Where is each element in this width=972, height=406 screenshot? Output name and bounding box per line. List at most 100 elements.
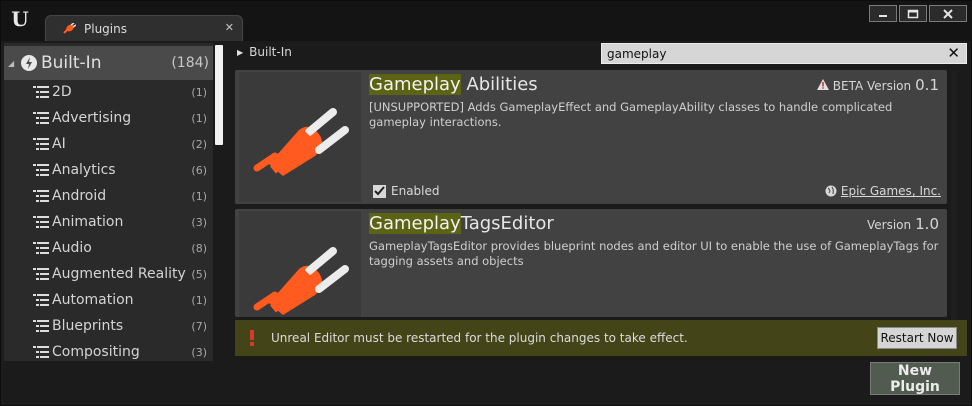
plugin-version: BETA Version 0.1 (816, 76, 939, 94)
breadcrumb[interactable]: ▶ Built-In (237, 45, 292, 59)
list-icon (33, 138, 49, 150)
category-sidebar: ◢ Built-In (184) 2D (1) Advertising (1) … (4, 43, 213, 361)
category-label: Advertising (52, 110, 132, 126)
plugin-title-highlight: Gameplay (369, 213, 461, 234)
globe-icon (825, 185, 837, 197)
plugin-version: Version 1.0 (867, 215, 939, 233)
category-count: (5) (191, 267, 207, 281)
breadcrumb-arrow-icon: ▶ (237, 47, 244, 57)
restart-notification: Unreal Editor must be restarted for the … (235, 320, 967, 356)
plugin-title-highlight: Gameplay (369, 74, 461, 95)
tab-close-icon[interactable]: ✕ (225, 21, 234, 34)
minimize-icon (879, 14, 887, 17)
lightning-icon (21, 55, 37, 71)
list-icon (33, 294, 49, 306)
plug-icon (63, 22, 76, 34)
plugin-vendor-link[interactable]: Epic Games, Inc. (825, 184, 941, 198)
plugin-card-gameplay-tags-editor[interactable]: GameplayTagsEditor Version 1.0 GameplayT… (235, 209, 947, 317)
category-blueprints[interactable]: Blueprints (7) (4, 313, 213, 339)
plugin-enabled-label: Enabled (391, 184, 440, 198)
category-root-count: (184) (171, 55, 209, 71)
list-icon (33, 268, 49, 280)
category-label: Augmented Reality (52, 266, 186, 282)
category-label: Animation (52, 214, 124, 230)
category-2d[interactable]: 2D (1) (4, 79, 213, 105)
category-compositing[interactable]: Compositing (3) (4, 339, 213, 361)
category-augmented-reality[interactable]: Augmented Reality (5) (4, 261, 213, 287)
category-analytics[interactable]: Analytics (6) (4, 157, 213, 183)
category-count: (8) (191, 241, 207, 255)
category-animation[interactable]: Animation (3) (4, 209, 213, 235)
sidebar-scrollbar-thumb[interactable] (215, 45, 223, 145)
new-plugin-button[interactable]: New Plugin (870, 362, 960, 395)
tab-title: Plugins (84, 21, 127, 36)
restart-now-button[interactable]: Restart Now (877, 327, 957, 349)
minimize-button[interactable] (869, 5, 897, 22)
plugin-version-prefix: BETA Version (832, 79, 912, 93)
category-count: (7) (191, 319, 207, 333)
list-icon (33, 86, 49, 98)
category-root-label: Built-In (41, 53, 102, 73)
category-label: 2D (52, 84, 72, 100)
category-label: Android (52, 188, 107, 204)
category-count: (1) (191, 85, 207, 99)
category-label: Audio (52, 240, 92, 256)
plugin-version-prefix: Version (867, 218, 912, 232)
plugin-version-number: 0.1 (915, 76, 939, 94)
search-input[interactable] (607, 46, 927, 62)
category-android[interactable]: Android (1) (4, 183, 213, 209)
plugin-icon (239, 72, 361, 202)
list-icon (33, 320, 49, 332)
list-icon (33, 216, 49, 228)
category-count: (3) (191, 215, 207, 229)
plugin-card-gameplay-abilities[interactable]: Gameplay Abilities BETA Version 0.1 [UNS… (235, 70, 947, 204)
category-advertising[interactable]: Advertising (1) (4, 105, 213, 131)
list-icon (33, 112, 49, 124)
category-ai[interactable]: AI (2) (4, 131, 213, 157)
list-icon (33, 164, 49, 176)
category-audio[interactable]: Audio (8) (4, 235, 213, 261)
plugin-list-scrollbar[interactable] (951, 71, 957, 351)
plugin-vendor-label: Epic Games, Inc. (840, 184, 941, 198)
close-button[interactable] (929, 5, 967, 22)
search-box: ✕ (601, 43, 967, 64)
plugin-enabled-checkbox[interactable]: Enabled (373, 184, 440, 198)
exclamation-icon (250, 330, 254, 346)
plugin-icon (239, 211, 361, 317)
plugin-title-rest: TagsEditor (460, 213, 554, 234)
checkbox-checked-icon[interactable] (373, 184, 386, 198)
category-count: (6) (191, 163, 207, 177)
category-root-built-in[interactable]: ◢ Built-In (184) (4, 46, 213, 80)
category-count: (1) (191, 293, 207, 307)
category-label: Compositing (52, 344, 140, 360)
category-count: (1) (191, 189, 207, 203)
unreal-logo-icon: U (11, 7, 29, 31)
plug-icon (253, 247, 349, 315)
title-bar[interactable]: U Plugins ✕ (1, 1, 972, 41)
restart-message: Unreal Editor must be restarted for the … (271, 331, 688, 345)
category-count: (1) (191, 111, 207, 125)
plugin-description: GameplayTagsEditor provides blueprint no… (369, 239, 939, 268)
plugin-title: Gameplay Abilities (369, 74, 538, 95)
category-count: (2) (191, 137, 207, 151)
list-icon (33, 190, 49, 202)
plugin-version-number: 1.0 (915, 215, 939, 233)
list-icon (33, 242, 49, 254)
window-controls (867, 5, 967, 22)
plugin-title: GameplayTagsEditor (369, 213, 554, 234)
category-automation[interactable]: Automation (1) (4, 287, 213, 313)
collapse-arrow-icon[interactable]: ◢ (8, 59, 18, 68)
plug-icon (253, 108, 349, 176)
warning-icon (816, 79, 829, 90)
checkmark-icon (374, 186, 385, 196)
maximize-button[interactable] (899, 5, 927, 22)
category-count: (3) (191, 345, 207, 359)
category-label: Analytics (52, 162, 116, 178)
tab-plugins[interactable]: Plugins ✕ (45, 15, 243, 41)
close-icon (943, 8, 953, 19)
category-label: Blueprints (52, 318, 124, 334)
search-clear-icon[interactable]: ✕ (947, 44, 960, 63)
plugin-title-rest: Abilities (460, 74, 538, 95)
plugin-description: [UNSUPPORTED] Adds GameplayEffect and Ga… (369, 100, 893, 129)
list-icon (33, 346, 49, 358)
